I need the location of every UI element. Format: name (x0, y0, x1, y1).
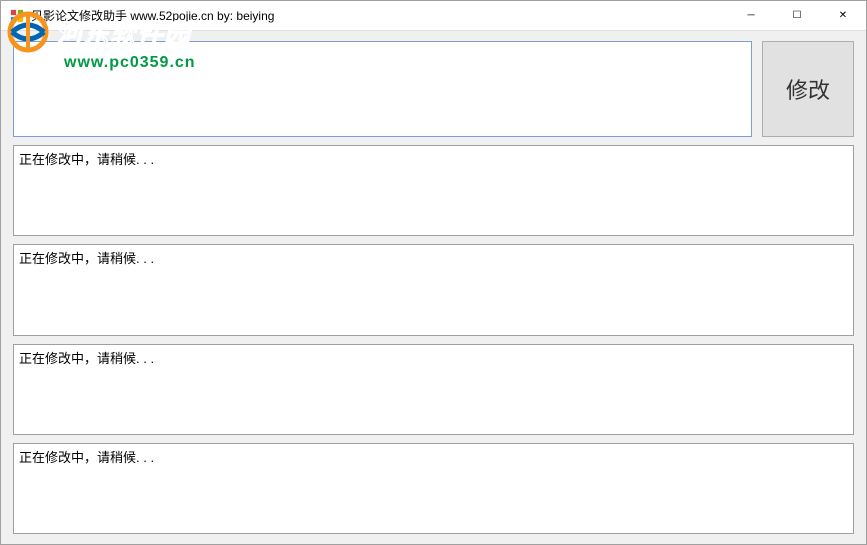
window-controls: ─ ☐ ✕ (728, 1, 866, 30)
window-title: 贝影论文修改助手 www.52pojie.cn by: beiying (31, 7, 728, 24)
close-button[interactable]: ✕ (820, 1, 866, 30)
output-box-2[interactable]: 正在修改中，请稍候. . . (13, 244, 854, 335)
output-box-4[interactable]: 正在修改中，请稍候. . . (13, 443, 854, 534)
output-text: 正在修改中，请稍候. . . (19, 351, 154, 366)
input-textarea[interactable] (13, 41, 752, 137)
minimize-button[interactable]: ─ (728, 1, 774, 30)
output-box-1[interactable]: 正在修改中，请稍候. . . (13, 145, 854, 236)
application-window: 贝影论文修改助手 www.52pojie.cn by: beiying ─ ☐ … (0, 0, 867, 545)
modify-button[interactable]: 修改 (762, 41, 854, 137)
output-box-3[interactable]: 正在修改中，请稍候. . . (13, 344, 854, 435)
output-text: 正在修改中，请稍候. . . (19, 152, 154, 167)
app-icon (9, 8, 25, 24)
output-text: 正在修改中，请稍候. . . (19, 251, 154, 266)
client-area: 修改 正在修改中，请稍候. . . 正在修改中，请稍候. . . 正在修改中，请… (1, 31, 866, 544)
titlebar[interactable]: 贝影论文修改助手 www.52pojie.cn by: beiying ─ ☐ … (1, 1, 866, 31)
maximize-button[interactable]: ☐ (774, 1, 820, 30)
output-text: 正在修改中，请稍候. . . (19, 450, 154, 465)
input-row: 修改 (13, 41, 854, 137)
